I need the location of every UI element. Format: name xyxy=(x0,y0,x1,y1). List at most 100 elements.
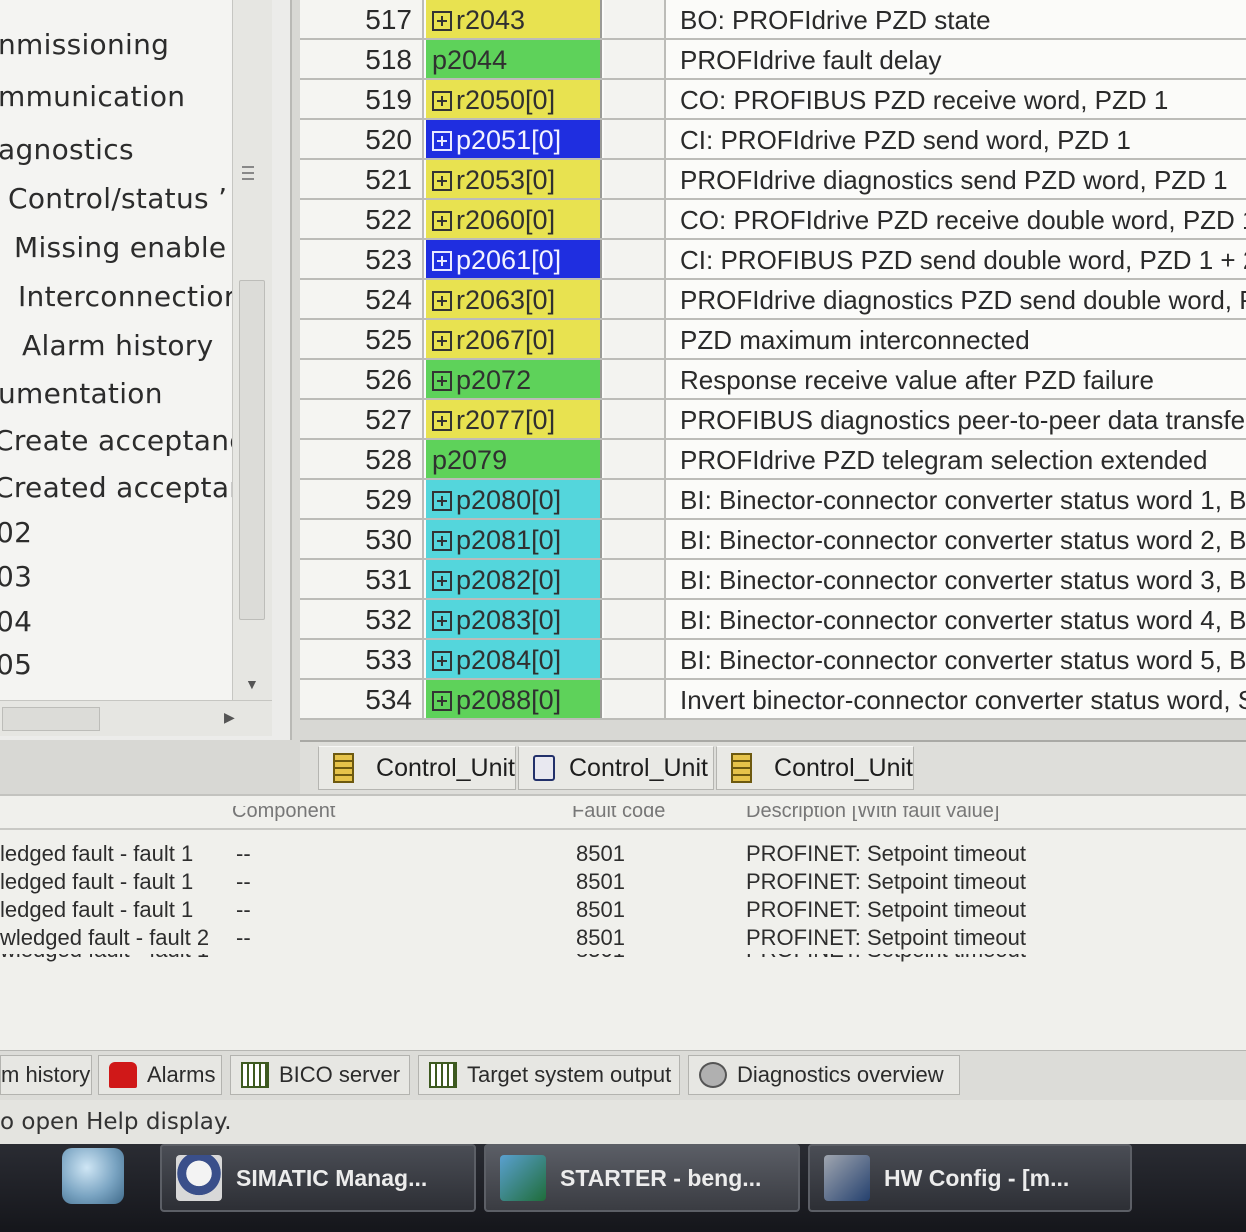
parameter-index: 531 xyxy=(300,560,424,598)
alarm-row-partial[interactable]: wledged fault - fault 1 8501 PROFINET: S… xyxy=(0,954,1246,964)
parameter-number-text: p2084[0] xyxy=(456,645,562,675)
expand-plus-icon[interactable] xyxy=(432,11,452,31)
parameter-index: 519 xyxy=(300,80,424,118)
parameter-number[interactable]: p2088[0] xyxy=(426,680,602,718)
parameter-number[interactable]: p2084[0] xyxy=(426,640,602,678)
tab-control-unit-drive[interactable]: Control_Unit xyxy=(518,746,714,790)
column-header-fault-code[interactable]: Fault code xyxy=(572,806,665,823)
parameter-data-set-cell xyxy=(604,680,666,718)
expand-plus-icon[interactable] xyxy=(432,371,452,391)
expand-plus-icon[interactable] xyxy=(432,491,452,511)
parameter-row[interactable]: 528 p2079 PROFIdrive PZD telegram selectio… xyxy=(300,440,1246,480)
tab-target-system-output[interactable]: Target system output xyxy=(418,1055,680,1095)
parameter-row[interactable]: 534 p2088[0] Invert binector-connector con… xyxy=(300,680,1246,720)
parameter-number[interactable]: p2051[0] xyxy=(426,120,602,158)
parameter-row[interactable]: 532 p2083[0] BI: Binector-connector conver… xyxy=(300,600,1246,640)
tree-item-interconnection[interactable]: Interconnectior xyxy=(18,280,232,313)
parameter-number[interactable]: p2072 xyxy=(426,360,602,398)
expand-plus-icon[interactable] xyxy=(432,131,452,151)
parameter-number[interactable]: p2083[0] xyxy=(426,600,602,638)
expand-plus-icon[interactable] xyxy=(432,291,452,311)
column-header-description[interactable]: Description [With fault value] xyxy=(746,806,999,823)
tree-item-04[interactable]: 04 xyxy=(0,605,32,638)
tab-alarms[interactable]: Alarms xyxy=(98,1055,222,1095)
navigator-scroll-thumb[interactable] xyxy=(239,280,265,620)
alarm-row[interactable]: wledged fault - fault 2 -- 8501 PROFINET… xyxy=(0,924,1246,952)
tree-item-create-acceptance[interactable]: Create acceptance xyxy=(0,424,232,457)
column-header-component[interactable]: Component xyxy=(232,806,335,823)
expand-plus-icon[interactable] xyxy=(432,331,452,351)
taskbar-hw-config[interactable]: HW Config - [m... xyxy=(808,1144,1132,1212)
tree-item-commissioning[interactable]: nmissioning xyxy=(0,28,169,61)
navigator-vertical-scrollbar[interactable]: ▼ xyxy=(232,0,272,700)
expand-plus-icon[interactable] xyxy=(432,211,452,231)
tree-item-05[interactable]: 05 xyxy=(0,648,32,681)
parameter-description: Response receive value after PZD failure xyxy=(668,360,1246,398)
navigator-horizontal-scrollbar[interactable]: ▶ xyxy=(0,700,272,736)
parameter-number[interactable]: r2050[0] xyxy=(426,80,602,118)
navigator-hscroll-thumb[interactable] xyxy=(2,707,100,731)
expand-plus-icon[interactable] xyxy=(432,571,452,591)
parameter-row[interactable]: 531 p2082[0] BI: Binector-connector conver… xyxy=(300,560,1246,600)
tree-item-control-status[interactable]: Control/status ’ xyxy=(8,182,227,215)
alarm-row[interactable]: ledged fault - fault 1 -- 8501 PROFINET:… xyxy=(0,840,1246,868)
parameter-number[interactable]: p2082[0] xyxy=(426,560,602,598)
tree-item-02[interactable]: 02 xyxy=(0,516,32,549)
tree-item-missing-enable[interactable]: Missing enable xyxy=(14,231,226,264)
parameter-row[interactable]: 517 r2043 BO: PROFIdrive PZD state xyxy=(300,0,1246,40)
windows-taskbar: SIMATIC Manag... STARTER - beng... HW Co… xyxy=(0,1144,1246,1232)
tab-bico-server[interactable]: BICO server xyxy=(230,1055,410,1095)
parameter-number[interactable]: r2067[0] xyxy=(426,320,602,358)
tree-item-communication[interactable]: mmunication xyxy=(0,80,185,113)
expand-plus-icon[interactable] xyxy=(432,171,452,191)
parameter-row[interactable]: 518 p2044 PROFIdrive fault delay xyxy=(300,40,1246,80)
scroll-right-arrow-icon[interactable]: ▶ xyxy=(224,709,235,726)
tab-diagnostics-overview[interactable]: Diagnostics overview xyxy=(688,1055,960,1095)
parameter-row[interactable]: 527 r2077[0] PROFIBUS diagnostics peer-to-… xyxy=(300,400,1246,440)
parameter-row[interactable]: 523 p2061[0] CI: PROFIBUS PZD send double … xyxy=(300,240,1246,280)
parameter-row[interactable]: 529 p2080[0] BI: Binector-connector conver… xyxy=(300,480,1246,520)
parameter-row[interactable]: 530 p2081[0] BI: Binector-connector conver… xyxy=(300,520,1246,560)
expand-plus-icon[interactable] xyxy=(432,531,452,551)
parameter-number[interactable]: p2079 xyxy=(426,440,602,478)
expand-plus-icon[interactable] xyxy=(432,691,452,711)
parameter-row[interactable]: 525 r2067[0] PZD maximum interconnected xyxy=(300,320,1246,360)
parameter-row[interactable]: 526 p2072 Response receive value after PZD… xyxy=(300,360,1246,400)
taskbar-simatic-manager[interactable]: SIMATIC Manag... xyxy=(160,1144,476,1212)
parameter-row[interactable]: 519 r2050[0] CO: PROFIBUS PZD receive word… xyxy=(300,80,1246,120)
taskbar-starter[interactable]: STARTER - beng... xyxy=(484,1144,800,1212)
parameter-number[interactable]: p2080[0] xyxy=(426,480,602,518)
parameter-row[interactable]: 521 r2053[0] PROFIdrive diagnostics send P… xyxy=(300,160,1246,200)
start-button[interactable] xyxy=(62,1148,124,1204)
expand-plus-icon[interactable] xyxy=(432,611,452,631)
expand-plus-icon[interactable] xyxy=(432,91,452,111)
expand-plus-icon[interactable] xyxy=(432,251,452,271)
expand-plus-icon[interactable] xyxy=(432,651,452,671)
parameter-number[interactable]: r2077[0] xyxy=(426,400,602,438)
splitter-grip-icon[interactable] xyxy=(242,166,254,180)
parameter-row[interactable]: 524 r2063[0] PROFIdrive diagnostics PZD se… xyxy=(300,280,1246,320)
tree-item-created-acceptance[interactable]: Created acceptanc xyxy=(0,471,232,504)
alarm-row[interactable]: ledged fault - fault 1 -- 8501 PROFINET:… xyxy=(0,896,1246,924)
parameter-number[interactable]: r2060[0] xyxy=(426,200,602,238)
tab-control-unit-list[interactable]: Control_Unit xyxy=(716,746,914,790)
expand-plus-icon[interactable] xyxy=(432,411,452,431)
parameter-number[interactable]: p2044 xyxy=(426,40,602,78)
parameter-number[interactable]: r2043 xyxy=(426,0,602,38)
parameter-row[interactable]: 533 p2084[0] BI: Binector-connector conver… xyxy=(300,640,1246,680)
scroll-down-arrow-icon[interactable]: ▼ xyxy=(245,676,259,692)
tree-item-alarm-history[interactable]: Alarm history xyxy=(22,329,214,362)
tab-alarm-history[interactable]: m history xyxy=(0,1055,92,1095)
parameter-number[interactable]: p2061[0] xyxy=(426,240,602,278)
parameter-number[interactable]: r2053[0] xyxy=(426,160,602,198)
parameter-number[interactable]: p2081[0] xyxy=(426,520,602,558)
tree-item-documentation[interactable]: umentation xyxy=(0,377,163,410)
parameter-number-text: p2051[0] xyxy=(456,125,562,155)
parameter-number[interactable]: r2063[0] xyxy=(426,280,602,318)
tree-item-03[interactable]: 03 xyxy=(0,560,32,593)
tab-control-unit-parameters[interactable]: Control_Unit xyxy=(318,746,516,790)
parameter-row[interactable]: 520 p2051[0] CI: PROFIdrive PZD send word,… xyxy=(300,120,1246,160)
parameter-row[interactable]: 522 r2060[0] CO: PROFIdrive PZD receive do… xyxy=(300,200,1246,240)
alarm-row[interactable]: ledged fault - fault 1 -- 8501 PROFINET:… xyxy=(0,868,1246,896)
tree-item-diagnostics[interactable]: agnostics xyxy=(0,133,134,166)
